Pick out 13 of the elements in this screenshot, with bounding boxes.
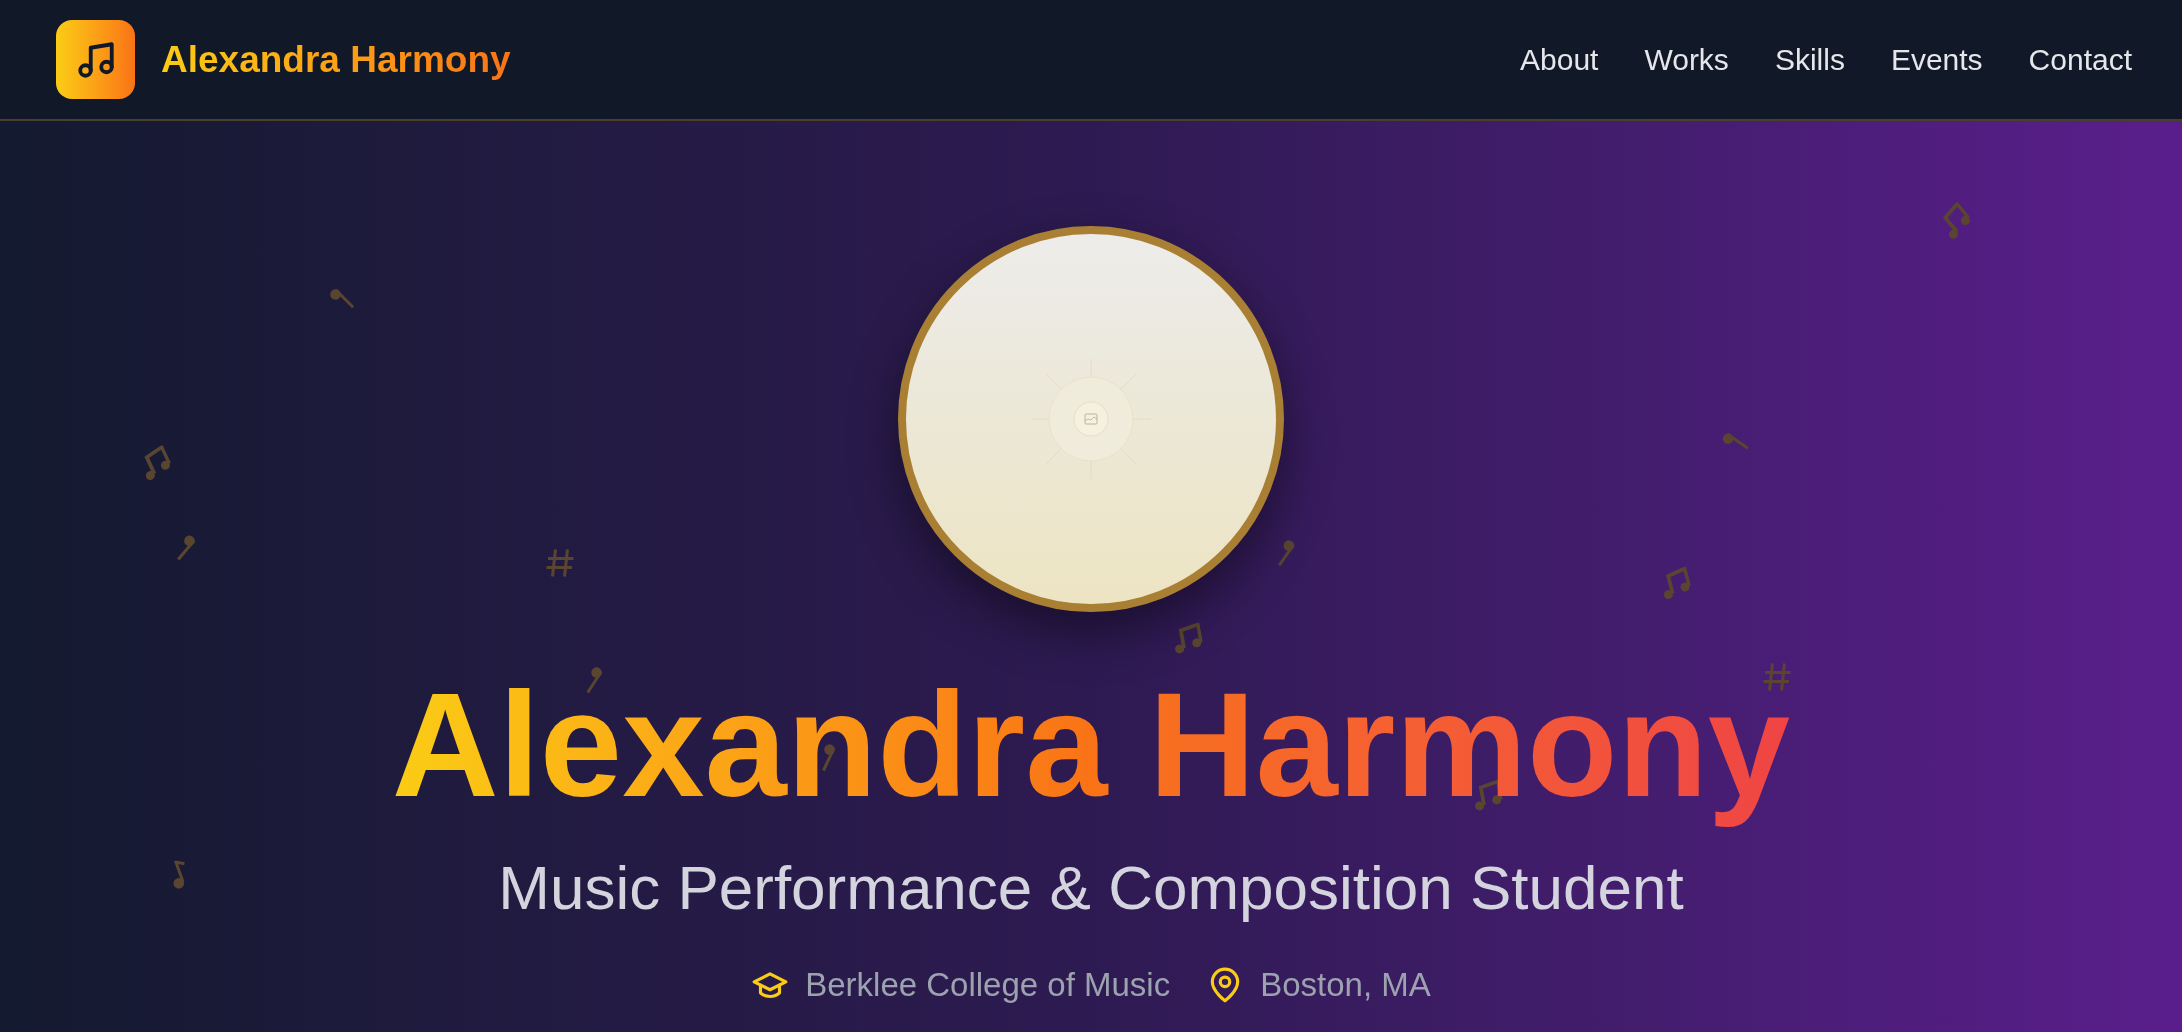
nav-link[interactable]: About — [1520, 37, 1599, 82]
sharp-sign-icon — [1762, 662, 1792, 692]
detail-text: Berklee College of Music — [805, 964, 1171, 1005]
sharp-sign-icon — [545, 548, 575, 578]
nav-link[interactable]: Works — [1644, 37, 1729, 82]
nav-link[interactable]: Contact — [2028, 37, 2132, 82]
music-note-logo-icon[interactable] — [56, 20, 135, 99]
nav-link[interactable]: Skills — [1774, 37, 1845, 82]
detail-text: Boston, MA — [1260, 964, 1431, 1005]
rest-symbol-icon — [822, 742, 837, 772]
hero-subtitle: Music Performance & Composition Student — [498, 851, 1684, 924]
nav-link[interactable]: Events — [1890, 37, 1983, 82]
image-placeholder-icon — [1031, 359, 1151, 479]
